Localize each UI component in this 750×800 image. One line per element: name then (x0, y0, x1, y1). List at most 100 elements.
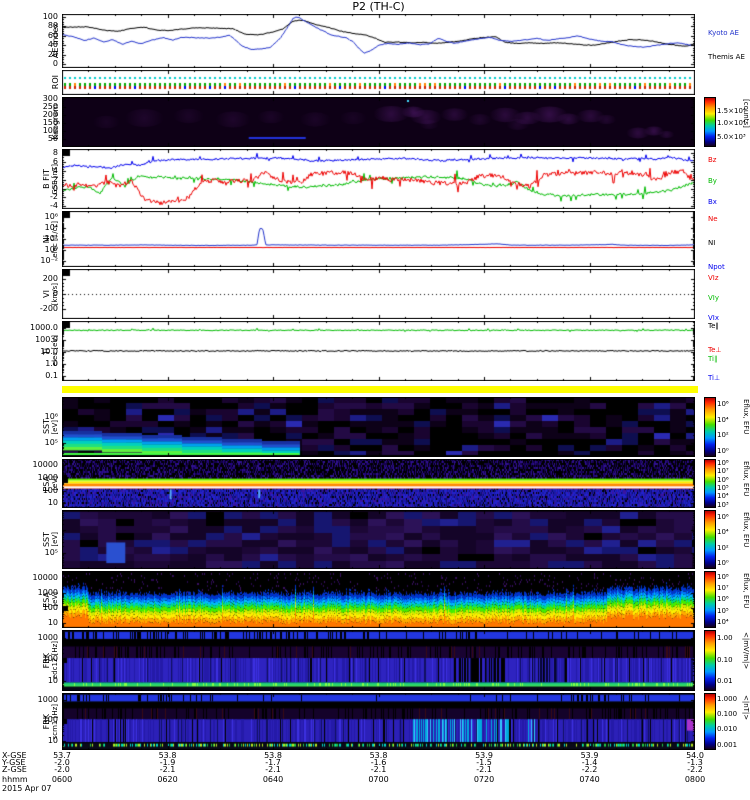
panel-sst_i-colorbar-tick: 10⁶ (717, 512, 729, 521)
panel-esa_i-ytick: 10 (47, 617, 58, 627)
panel-vi-plot (62, 269, 695, 319)
panel-fbk_e-plot (62, 630, 695, 691)
panel-ae-ytick: 40 (47, 40, 58, 50)
panel-ae-ytick: 20 (47, 49, 58, 59)
panel-esa_i-ytick: 1000 (37, 587, 58, 597)
panel-esa_i-colorbar-tick: 10⁵ (717, 606, 729, 615)
panel-bfit-ytick: -4 (50, 201, 58, 211)
panel-esa_e-colorbar (704, 459, 716, 508)
panel-sst_i-plot (62, 510, 695, 569)
panel-roi-axis-label: ROI (2, 70, 60, 95)
panel-bfit-plot (62, 149, 695, 209)
panel-fbk_b-plot (62, 693, 695, 750)
panel-esa_e-ytick: 10 (47, 498, 58, 508)
panel-fbk_e-ytick: 100 (42, 654, 58, 664)
footer-value: 0620 (157, 775, 178, 784)
axis-sublabel-text: [eV] (51, 419, 59, 435)
panel-esa_e-colorbar-unit: Eflux, EFU (742, 461, 750, 497)
themis-summary-plot: P2 (TH-C) AE Index 100 80 60 40 20 0 Kyoto AE Th… (0, 0, 750, 800)
panel-bfit-legend-bx: Bx (708, 198, 717, 207)
panel-esa_e-ytick: 10000 (32, 459, 58, 469)
panel-ti-legend-ti: Ti∥ (708, 354, 718, 363)
panel-fbk_b-colorbar-tick: 1.000 (717, 694, 738, 703)
panel-bfit-ytick: -2 (50, 192, 58, 202)
panel-sst_i-ytick: 10⁵ (44, 548, 58, 558)
axis-label-text: ROI (51, 75, 60, 90)
panel-esa_e-plot (62, 459, 695, 508)
panel-ae-plot (62, 14, 695, 68)
footer-value: -2.1 (265, 765, 281, 774)
panel-esa_e-ytick: 100 (42, 485, 58, 495)
panel-sst_e-plot (62, 397, 695, 457)
footer-value: 0720 (473, 775, 495, 784)
panel-sst_e-colorbar-tick: 10⁰ (717, 446, 729, 455)
page-title: P2 (TH-C) (352, 0, 405, 13)
footer-row-label: Z-GSE (2, 765, 27, 774)
panel-fbk_b-ytick: 1000 (37, 695, 58, 705)
panel-sst_e-colorbar-tick: 10² (717, 431, 729, 440)
panel-fbk_e-colorbar-tick: 0.10 (717, 655, 733, 664)
panel-esa_i-ytick: 10000 (32, 572, 58, 582)
panel-esa_e-colorbar-tick: 10³ (717, 500, 729, 509)
panel-sst_i-colorbar-tick: 10⁴ (717, 528, 729, 537)
panel-fbk_e-colorbar-tick: 1.00 (717, 634, 733, 643)
panel-ti-ytick: 1.0 (45, 358, 58, 368)
panel-ti-ytick: 0.1 (45, 370, 58, 380)
panel-ti-legend-te: Te∥ (708, 322, 719, 331)
panel-ae-ytick: 100 (42, 11, 58, 21)
panel-ae-ytick: 0 (52, 59, 58, 69)
panel-fbk_b-colorbar-tick: 0.100 (717, 709, 738, 718)
panel-ni-legend-npot: Npot (708, 262, 725, 271)
panel-vi-legend-vix: VIx (708, 314, 719, 322)
panel-ni-legend-ni: NI (708, 239, 716, 247)
panel-esa_i-plot (62, 571, 695, 628)
flag-bar (62, 386, 698, 393)
panel-esa_e-colorbar-tick: 10⁷ (717, 467, 729, 476)
footer-value: 0640 (262, 775, 284, 784)
panel-keogram-colorbar-unit: [counts] (742, 99, 750, 128)
panel-ti-legend-te: Te⊥ (708, 346, 722, 355)
panel-esa_i-colorbar-tick: 10⁷ (717, 583, 729, 592)
panel-keogram-colorbar-tick: 1.0×10⁴ (717, 119, 746, 127)
axis-sublabel-text: [eV] (51, 532, 59, 547)
panel-ni-ytick: 10² (44, 234, 58, 243)
panel-bfit-legend-by: By (708, 177, 717, 186)
panel-sst_i-axis-label: SST [eV] (2, 510, 60, 569)
panel-sst_e-colorbar-tick: 10⁶ (717, 400, 729, 408)
panel-sst_i-colorbar-tick: 10² (717, 543, 729, 552)
footer-row-label: hhmm (2, 775, 28, 784)
panel-ti-ytick: 1000.0 (30, 323, 58, 333)
footer-value: -2.1 (476, 765, 492, 774)
panel-keogram-colorbar-tick: 5.0×10³ (717, 133, 746, 141)
footer-value: 0700 (368, 775, 389, 784)
panel-fbk_e-colorbar (704, 630, 716, 691)
panel-ti-ytick: 100.0 (35, 335, 58, 344)
panel-ni-plot (62, 211, 695, 267)
panel-sst_i-colorbar-tick: 10⁰ (717, 558, 729, 567)
panel-esa_e-colorbar-tick: 10⁶ (717, 475, 729, 484)
panel-bfit-ytick: 4 (52, 165, 58, 175)
panel-sst_e-axis-label: SST [eV] (2, 397, 60, 457)
panel-bfit-ytick: 6 (52, 156, 58, 166)
panel-esa_i-colorbar-tick: 10⁶ (717, 595, 729, 604)
panel-fbk_b-colorbar (704, 693, 716, 750)
panel-ni-ytick: 10⁰ (44, 244, 58, 254)
footer-value: 0800 (684, 775, 706, 784)
panel-vi-legend-viy: VIy (708, 294, 719, 302)
footer-value: -2.1 (370, 765, 387, 774)
panel-ni-ytick: 10⁴ (44, 223, 58, 233)
panel-vi-ytick: -200 (39, 304, 58, 314)
panel-bfit-ytick: 2 (52, 174, 58, 184)
panel-ae-ytick: 60 (47, 30, 58, 40)
axis-label-text: SST (42, 419, 51, 435)
panel-ni-ytick: 10⁻² (40, 255, 58, 265)
panel-esa_i-colorbar-tick: 10⁸ (717, 572, 729, 581)
panel-ae-legend-themisae: Themis AE (708, 52, 745, 61)
panel-ni-legend-ne: Ne (708, 215, 718, 224)
panel-ti-legend-ti: Ti⊥ (708, 373, 721, 382)
footer-value: -2.2 (687, 765, 703, 774)
panel-sst_e-ytick: 10⁶ (44, 411, 58, 421)
panel-fbk_b-ytick: 100 (42, 715, 58, 725)
panel-keogram-ytick: 50 (47, 133, 58, 143)
panel-sst_e-colorbar-unit: Eflux, EFU (742, 399, 750, 435)
